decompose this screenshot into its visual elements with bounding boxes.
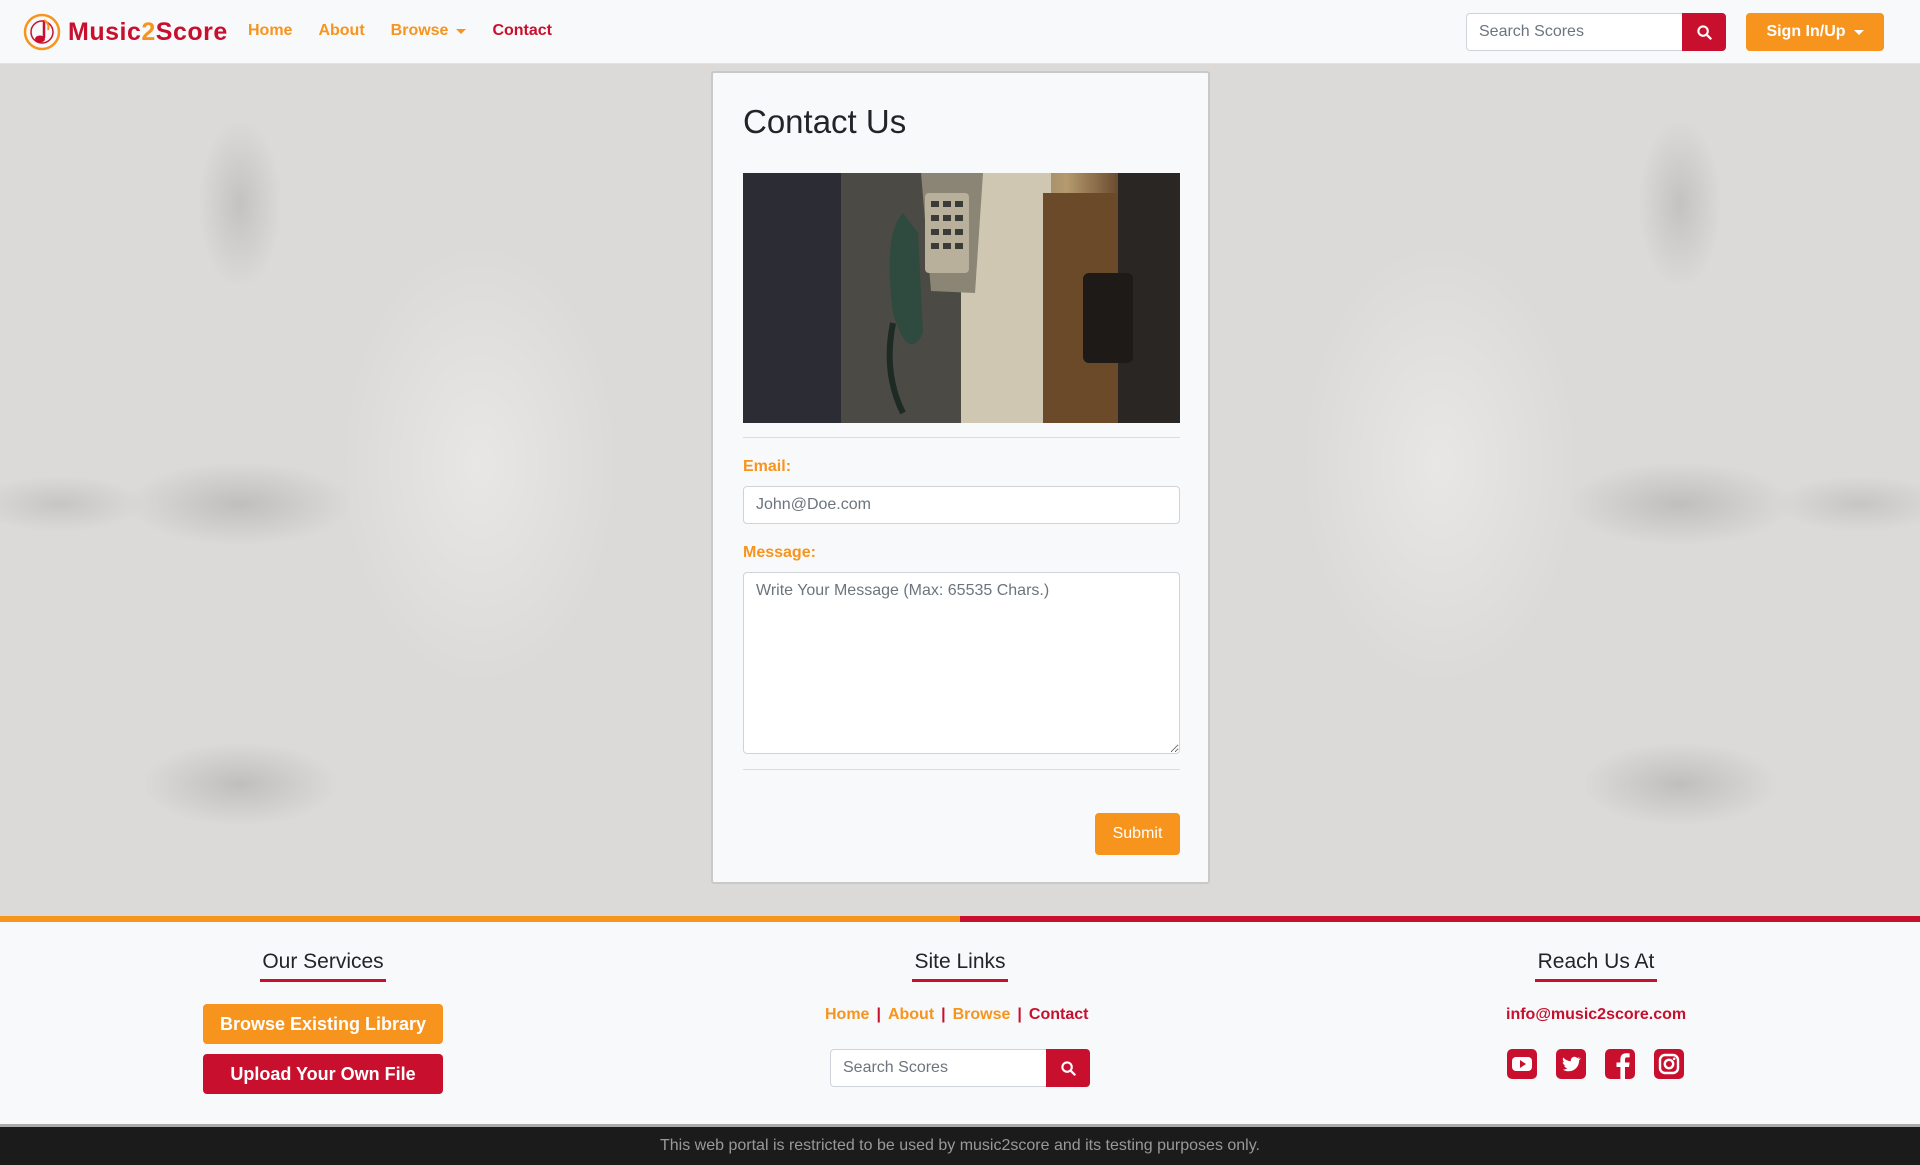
search-icon xyxy=(1696,24,1712,40)
chevron-down-icon xyxy=(1853,29,1864,35)
payphone-image xyxy=(743,173,1180,423)
music-logo-icon xyxy=(23,13,61,51)
contact-email-link[interactable]: info@music2score.com xyxy=(1506,1006,1686,1024)
brand-text-score: Score xyxy=(155,17,228,46)
upload-file-button[interactable]: Upload Your Own File xyxy=(203,1054,443,1094)
footer-separator: | xyxy=(941,1006,946,1023)
footer-about-link[interactable]: About xyxy=(888,1006,934,1024)
nav-links: Home About Browse Contact xyxy=(248,22,578,40)
footer-contact-link[interactable]: Contact xyxy=(1029,1006,1089,1024)
footer-reach-title: Reach Us At xyxy=(1535,950,1657,982)
message-textarea[interactable] xyxy=(743,572,1180,754)
browse-library-button[interactable]: Browse Existing Library xyxy=(203,1004,443,1044)
message-label: Message: xyxy=(743,544,816,561)
footer-browse-link[interactable]: Browse xyxy=(953,1006,1011,1024)
instagram-icon[interactable] xyxy=(1653,1048,1685,1080)
footer-separator: | xyxy=(876,1006,881,1023)
brand-text-2: 2 xyxy=(141,17,156,46)
nav-home-link[interactable]: Home xyxy=(248,22,292,40)
contact-card: Contact Us Email: Message: Submit xyxy=(711,71,1210,884)
footer-services-title: Our Services xyxy=(260,950,386,982)
footer-home-link[interactable]: Home xyxy=(825,1006,869,1024)
nav-about-link[interactable]: About xyxy=(318,22,364,40)
signin-dropdown-button[interactable]: Sign In/Up xyxy=(1746,13,1884,51)
twitter-icon[interactable] xyxy=(1555,1048,1587,1080)
top-navbar: Music2Score Home About Browse Contact Si… xyxy=(0,0,1920,64)
brand-text-music: Music xyxy=(68,17,142,46)
footer-sitelinks-title: Site Links xyxy=(912,950,1008,982)
nav-browse-label: Browse xyxy=(390,22,449,39)
footer-search-button[interactable] xyxy=(1046,1049,1090,1087)
footer-search-input[interactable] xyxy=(830,1049,1046,1087)
footer-separator: | xyxy=(1017,1006,1022,1023)
nav-search-button[interactable] xyxy=(1682,13,1726,51)
page-title: Contact Us xyxy=(743,103,907,140)
nav-search-input[interactable] xyxy=(1466,13,1682,51)
footer: Our Services Browse Existing Library Upl… xyxy=(0,922,1920,1124)
search-icon xyxy=(1060,1060,1076,1076)
nav-search-group xyxy=(1466,13,1726,51)
email-field[interactable] xyxy=(743,486,1180,524)
payphone-illustration xyxy=(743,173,1180,423)
email-label: Email: xyxy=(743,458,792,475)
signin-label: Sign In/Up xyxy=(1766,23,1846,40)
card-divider-bottom xyxy=(743,769,1180,770)
nav-browse-dropdown[interactable]: Browse xyxy=(391,22,467,40)
footer-links: Home | About | Browse | Contact xyxy=(825,1006,1088,1024)
footer-search-group xyxy=(830,1049,1090,1087)
bottom-notice-bar: This web portal is restricted to be used… xyxy=(0,1124,1920,1165)
youtube-icon[interactable] xyxy=(1506,1048,1538,1080)
nav-contact-link[interactable]: Contact xyxy=(492,22,552,40)
bottom-notice-text: This web portal is restricted to be used… xyxy=(660,1137,1260,1154)
social-icons xyxy=(1506,1048,1685,1080)
submit-button[interactable]: Submit xyxy=(1095,813,1180,855)
brand-logo[interactable]: Music 2 Score xyxy=(22,12,228,52)
facebook-icon[interactable] xyxy=(1604,1048,1636,1080)
chevron-down-icon xyxy=(456,28,467,34)
card-divider-top xyxy=(743,437,1180,438)
